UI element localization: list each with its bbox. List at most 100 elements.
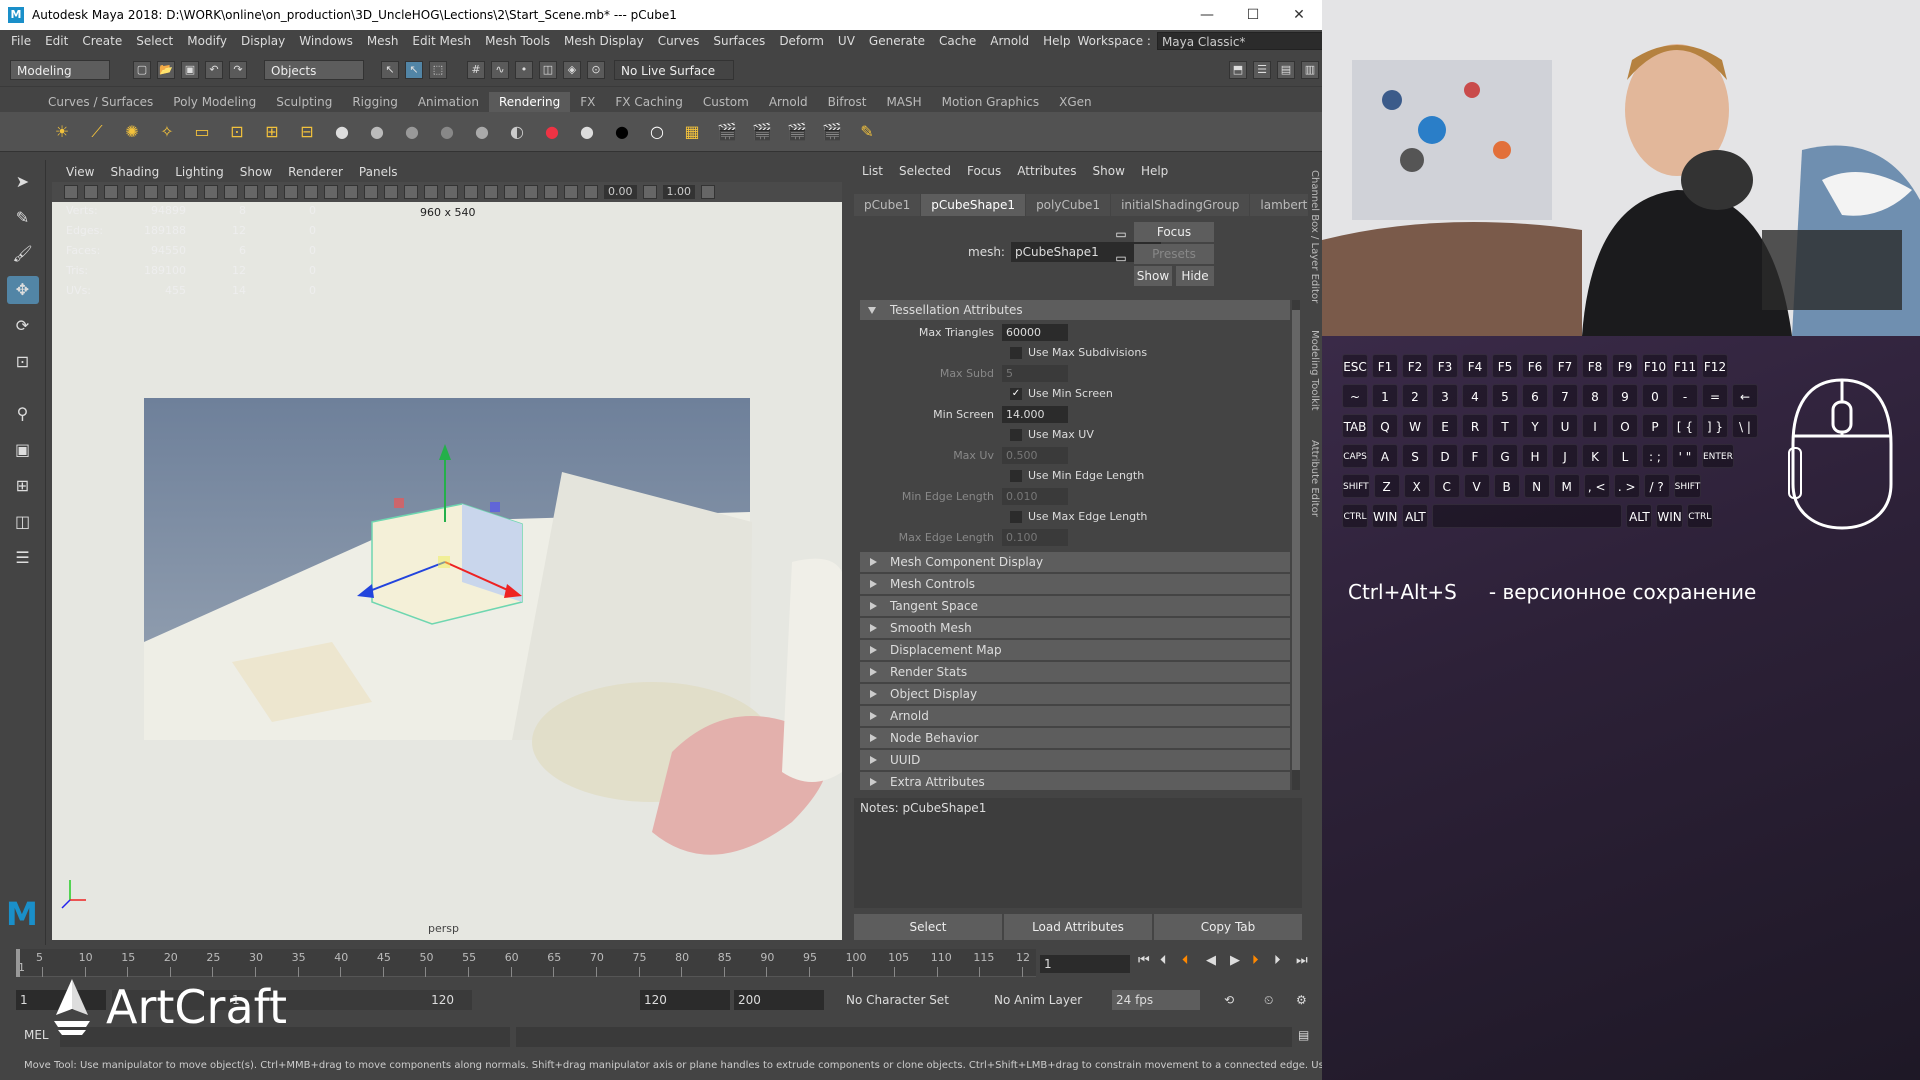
rotate-tool-icon[interactable]: ⟳ [7,312,39,340]
menu-help[interactable]: Help [1036,34,1077,48]
menu-edit-mesh[interactable]: Edit Mesh [405,34,478,48]
section-mesh-component-display[interactable]: Mesh Component Display [860,551,1290,572]
playback-end-field[interactable]: 120 [640,990,730,1010]
use-max-uv-checkbox[interactable] [1010,428,1022,441]
section-extra-attributes[interactable]: Extra Attributes [860,771,1290,790]
vp-menu-show[interactable]: Show [232,165,280,179]
shelf-tab-curves-surfaces[interactable]: Curves / Surfaces [38,92,163,112]
attribute-editor-icon[interactable]: ▥ [1301,60,1319,79]
menu-mesh[interactable]: Mesh [360,34,406,48]
render-view-shelf-icon[interactable]: 🎬 [713,118,741,146]
max-edge-length-field[interactable]: 0.100 [1002,528,1068,546]
presets-button[interactable]: Presets [1134,244,1214,264]
snap-grid-icon[interactable]: # [467,60,485,79]
lasso-tool-icon[interactable]: ✎ [7,204,39,232]
four-view-icon[interactable]: ⊞ [7,472,39,500]
grid-icon[interactable] [184,185,198,199]
select-hierarchy-icon[interactable]: ↖ [381,60,399,79]
render-current-icon[interactable]: 🎬 [748,118,776,146]
surface-shader-icon[interactable]: ● [573,118,601,146]
vp-menu-panels[interactable]: Panels [351,165,406,179]
field-chart-icon[interactable] [264,185,278,199]
wireframe-on-shaded-icon[interactable] [364,185,378,199]
safe-title-icon[interactable] [304,185,318,199]
use-min-edge-length-checkbox[interactable] [1010,469,1022,482]
color-management-icon[interactable] [701,185,715,199]
render-view-icon[interactable]: ⬒ [1229,60,1247,79]
isolate-select-icon[interactable] [524,185,538,199]
script-language-label[interactable]: MEL [24,1028,49,1042]
menu-display[interactable]: Display [234,34,292,48]
shelf-tab-fx[interactable]: FX [570,92,605,112]
camera-aim-icon[interactable]: ⊟ [293,118,321,146]
attr-menu-help[interactable]: Help [1133,164,1176,178]
shelf-tab-bifrost[interactable]: Bifrost [818,92,877,112]
next-key-icon[interactable]: ⏵ [1252,953,1259,968]
shelf-tab-fx-caching[interactable]: FX Caching [605,92,692,112]
last-tool-icon[interactable]: ⚲ [7,400,39,428]
outliner-icon[interactable]: ☰ [1253,60,1271,79]
section-render-stats[interactable]: Render Stats [860,661,1290,682]
open-scene-icon[interactable]: 📂 [157,60,175,79]
shelf-tab-motion-graphics[interactable]: Motion Graphics [932,92,1050,112]
menu-curves[interactable]: Curves [651,34,707,48]
motion-blur-icon[interactable] [464,185,478,199]
menu-mesh-display[interactable]: Mesh Display [557,34,651,48]
volume-light-icon[interactable]: ⊡ [223,118,251,146]
time-ruler[interactable]: 1 5 10 15 20 25 30 35 40 45 50 55 60 65 70 75 80 85 90 95 10… [16,949,1036,977]
anti-aliasing-icon[interactable] [484,185,498,199]
redo-icon[interactable]: ↷ [229,60,247,79]
load-attributes-button[interactable]: Load Attributes [1004,914,1152,940]
two-view-icon[interactable]: ◫ [7,508,39,536]
hide-button[interactable]: Hide [1176,266,1214,286]
move-tool-icon[interactable]: ✥ [6,276,39,304]
camera-icon[interactable]: ⊞ [258,118,286,146]
snap-surface-icon[interactable]: ◈ [563,60,581,79]
menu-arnold[interactable]: Arnold [983,34,1036,48]
snap-point-icon[interactable]: • [515,60,533,79]
shading-map-icon[interactable]: ○ [643,118,671,146]
single-view-icon[interactable]: ▣ [7,436,39,464]
attr-menu-list[interactable]: List [854,164,891,178]
gamma-field[interactable]: 1.00 [662,185,695,199]
use-background-icon[interactable]: ● [608,118,636,146]
select-tool-icon[interactable]: ➤ [7,168,39,196]
vp-menu-lighting[interactable]: Lighting [167,165,232,179]
xray-joints-icon[interactable] [564,185,578,199]
vp-menu-renderer[interactable]: Renderer [280,165,351,179]
character-set-dropdown[interactable]: No Character Set [846,990,949,1010]
step-forward-icon[interactable]: ⏵ [1274,953,1281,968]
go-to-start-icon[interactable]: ⏮ [1138,953,1150,968]
shelf-tab-poly-modeling[interactable]: Poly Modeling [163,92,266,112]
menu-cache[interactable]: Cache [932,34,983,48]
fps-dropdown[interactable]: 24 fps [1112,990,1200,1010]
phong-e-material-icon[interactable]: ● [433,118,461,146]
selection-mode-dropdown[interactable]: Objects [264,59,364,80]
menu-surfaces[interactable]: Surfaces [706,34,772,48]
use-max-edge-length-checkbox[interactable] [1010,510,1022,523]
attr-menu-attributes[interactable]: Attributes [1009,164,1084,178]
menu-select[interactable]: Select [129,34,180,48]
section-smooth-mesh[interactable]: Smooth Mesh [860,617,1290,638]
resolution-gate-icon[interactable] [224,185,238,199]
grease-pencil-icon[interactable] [164,185,178,199]
undo-icon[interactable]: ↶ [205,60,223,79]
menu-file[interactable]: File [4,34,38,48]
snap-live-icon[interactable]: ⊙ [587,60,605,79]
prev-key-icon[interactable]: ⏴ [1182,953,1189,968]
shelf-tab-rigging[interactable]: Rigging [342,92,407,112]
shelf-tab-mash[interactable]: MASH [876,92,931,112]
xray-icon[interactable] [544,185,558,199]
safe-action-icon[interactable] [284,185,298,199]
shelf-tab-sculpting[interactable]: Sculpting [266,92,342,112]
use-min-screen-checkbox[interactable]: ✓ [1010,387,1022,400]
section-node-behavior[interactable]: Node Behavior [860,727,1290,748]
maximize-button[interactable]: ☐ [1230,0,1276,30]
scale-tool-icon[interactable]: ⊡ [7,348,39,376]
2d-pan-icon[interactable] [144,185,158,199]
area-light-icon[interactable]: ▭ [188,118,216,146]
tab-initialshadinggroup[interactable]: initialShadingGroup [1111,194,1250,216]
loop-icon[interactable]: ⟲ [1224,990,1234,1010]
ramp-shader-icon[interactable]: ● [538,118,566,146]
anim-layer-dropdown[interactable]: No Anim Layer [994,990,1082,1010]
